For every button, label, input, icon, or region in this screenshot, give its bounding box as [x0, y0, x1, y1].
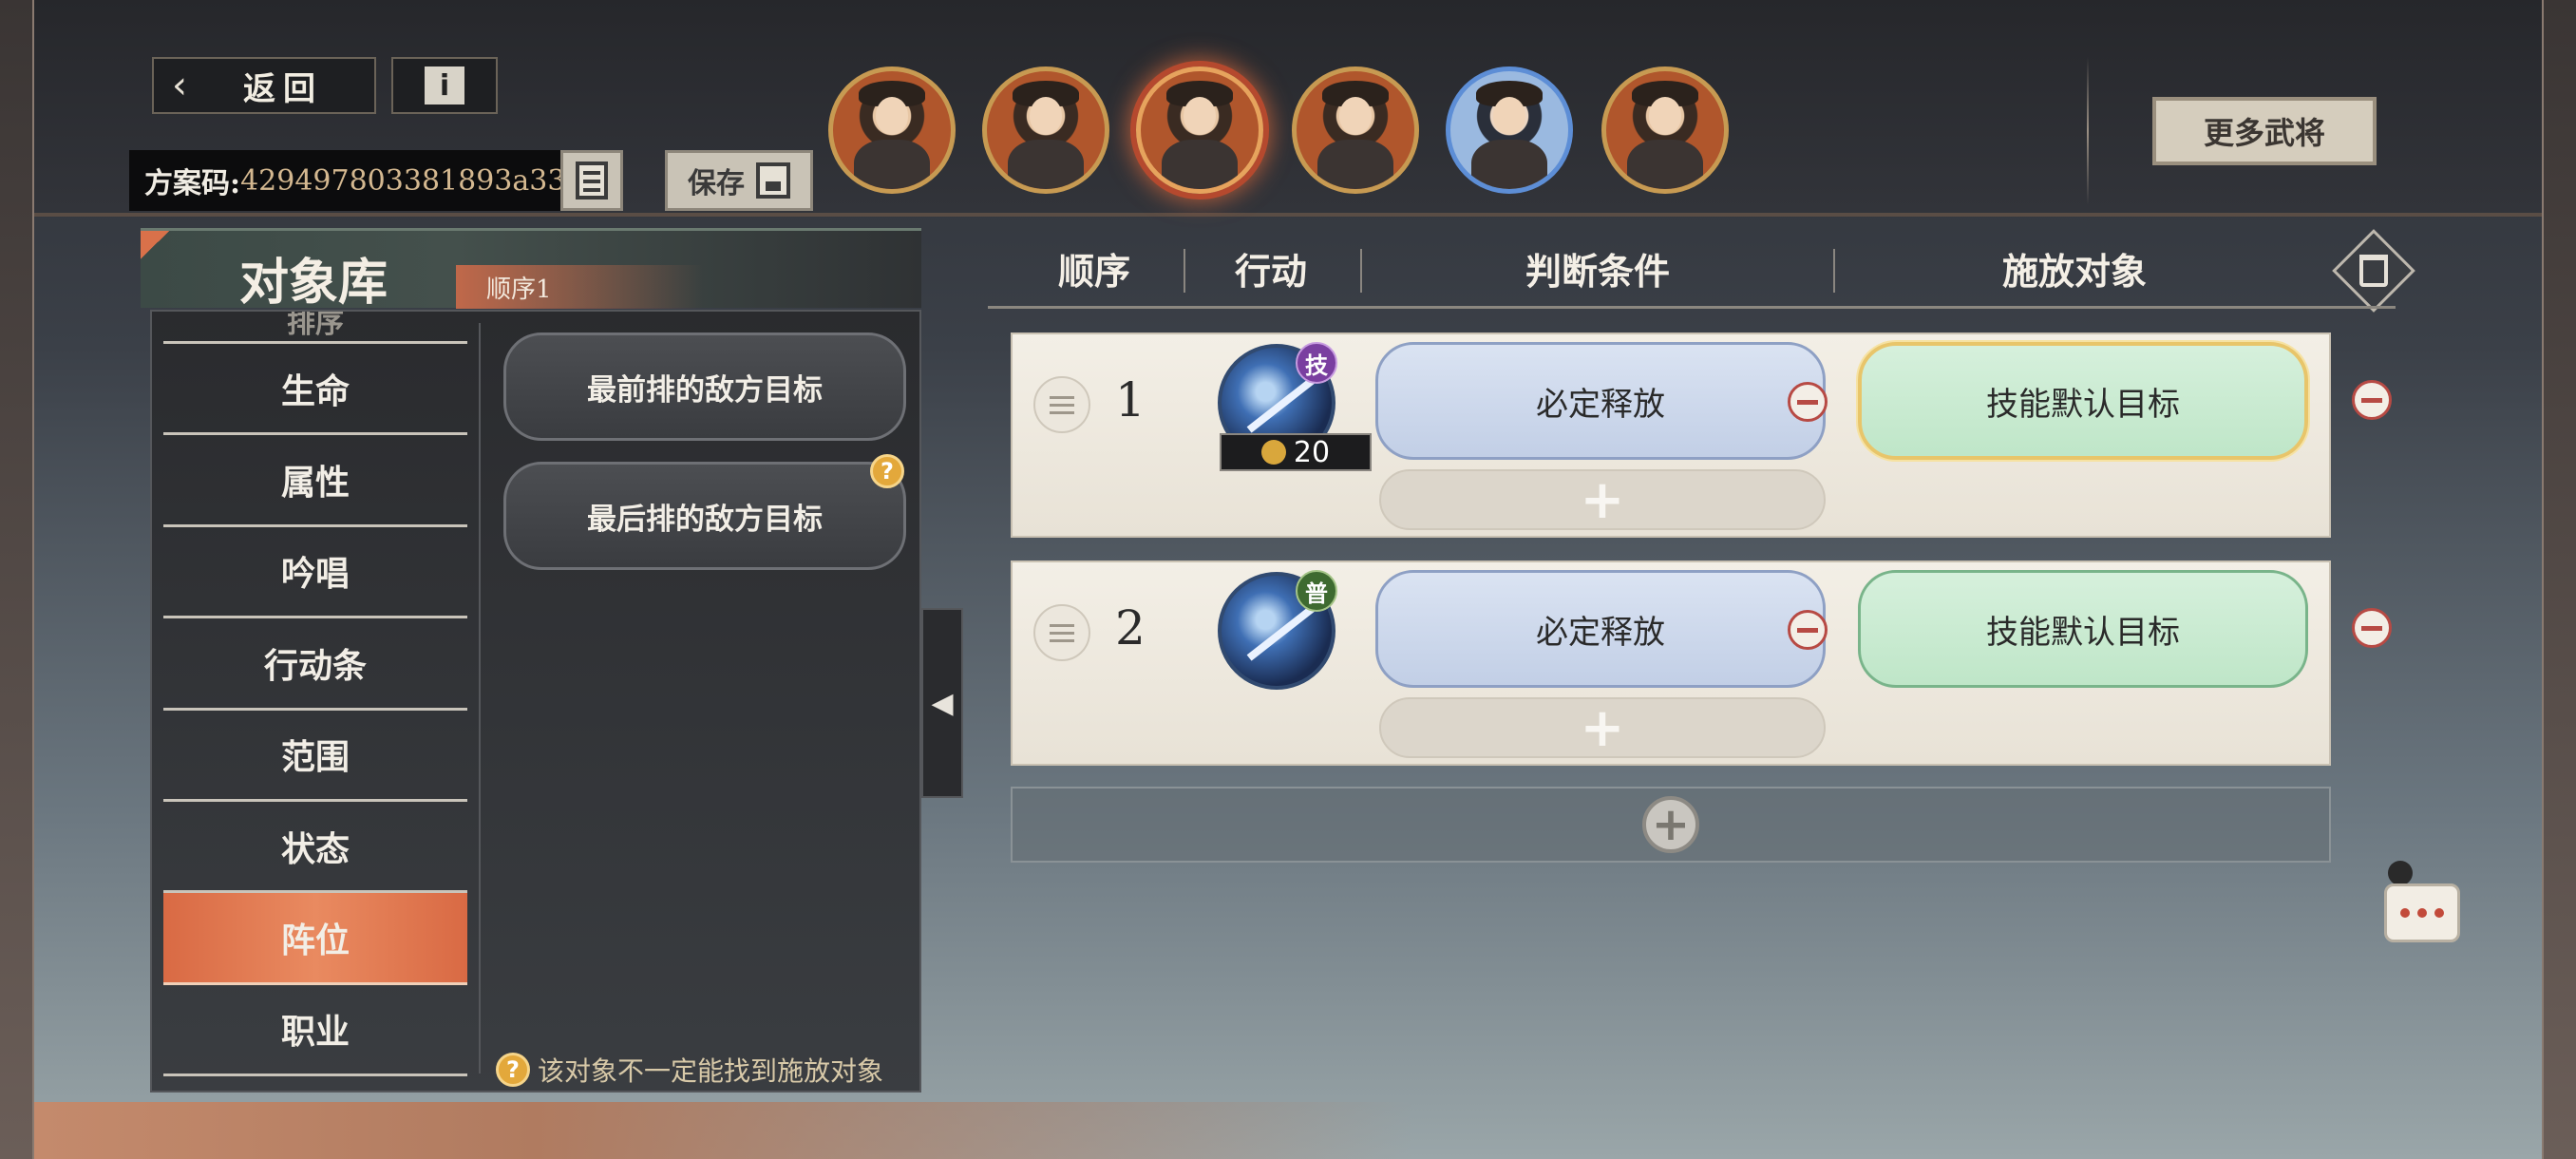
drag-handle-icon[interactable] [1033, 604, 1090, 661]
left-frame [0, 0, 34, 1159]
category-list[interactable]: 排序 生命 属性 吟唱 行动条 范围 状态 阵位 职业 [163, 312, 467, 1091]
mascot-icon [2388, 861, 2413, 885]
condition-label: 必定释放 [1536, 613, 1665, 652]
target-label: 技能默认目标 [1986, 385, 2180, 424]
order-tag: 顺序1 [456, 265, 703, 309]
collapse-panel-button[interactable]: ◀ [921, 608, 963, 798]
table-row: 2 普 必定释放 + 技能默认目标 [1011, 560, 2331, 766]
right-frame [2542, 0, 2576, 1159]
target-option-label: 最前排的敌方目标 [587, 372, 823, 408]
footnote: ? 该对象不一定能找到施放对象 [496, 1051, 883, 1089]
category-item-range[interactable]: 范围 [163, 711, 467, 802]
object-library-header: 对象库 顺序1 [141, 228, 921, 312]
info-button[interactable]: i [391, 57, 498, 114]
condition-pill[interactable]: 必定释放 [1375, 570, 1826, 688]
general-portrait-3[interactable] [1136, 66, 1263, 194]
general-portrait-4[interactable] [1292, 66, 1419, 194]
general-portrait-5[interactable] [1446, 66, 1573, 194]
add-condition-button[interactable]: + [1379, 469, 1826, 531]
plus-icon: + [1642, 796, 1699, 853]
trash-icon [2359, 255, 2388, 287]
remove-row-button[interactable] [2352, 608, 2392, 648]
remove-condition-button[interactable] [1788, 382, 1828, 422]
skill-type-badge: 技 [1296, 342, 1337, 384]
chevron-left-icon: ◀ [931, 686, 954, 720]
bottom-band [34, 1102, 2542, 1159]
category-item-life[interactable]: 生命 [163, 344, 467, 436]
header-underline [988, 306, 2396, 309]
condition-label: 必定释放 [1536, 385, 1665, 424]
more-generals-button[interactable]: 更多武将 [2152, 97, 2377, 165]
help-icon: ? [496, 1053, 530, 1087]
back-label: 返回 [243, 69, 323, 108]
row-number: 2 [1115, 600, 1146, 656]
header-divider [1360, 249, 1362, 293]
header-action: 行动 [1235, 250, 1308, 293]
skill-cost: 20 [1220, 433, 1372, 471]
category-item-attribute[interactable]: 属性 [163, 435, 467, 527]
category-item-formation[interactable]: 阵位 [163, 893, 467, 985]
footnote-text: 该对象不一定能找到施放对象 [538, 1055, 884, 1087]
header-target: 施放对象 [2002, 250, 2148, 293]
general-portrait-2[interactable] [982, 66, 1109, 194]
category-item-action-bar[interactable]: 行动条 [163, 618, 467, 711]
header-divider [2087, 57, 2089, 205]
back-arrow-icon: ‹ [172, 64, 187, 107]
help-icon[interactable]: ? [870, 454, 904, 488]
target-label: 技能默认目标 [1986, 613, 2180, 652]
table-row: 1 技 20 必定释放 + 技能默认目标 [1011, 332, 2331, 538]
general-portrait-1[interactable] [828, 66, 956, 194]
plan-code-value: 429497803381893a33 [240, 163, 560, 198]
category-item-partial[interactable]: 排序 [163, 312, 467, 344]
drag-handle-icon[interactable] [1033, 376, 1090, 433]
category-item-status[interactable]: 状态 [163, 802, 467, 894]
delete-all-button[interactable] [2332, 229, 2415, 313]
back-button[interactable]: ‹ 返回 [152, 57, 376, 114]
energy-icon [1256, 434, 1292, 470]
target-option-backmost-enemy[interactable]: 最后排的敌方目标 [503, 462, 906, 570]
target-option-frontmost-enemy[interactable]: 最前排的敌方目标 [503, 332, 906, 441]
remove-row-button[interactable] [2352, 380, 2392, 420]
object-library-title: 对象库 [239, 254, 388, 312]
chat-button[interactable] [2384, 884, 2460, 942]
target-option-label: 最后排的敌方目标 [587, 502, 823, 537]
category-item-class[interactable]: 职业 [163, 985, 467, 1077]
condition-pill[interactable]: 必定释放 [1375, 342, 1826, 460]
category-item-chant[interactable]: 吟唱 [163, 527, 467, 619]
general-portrait-6[interactable] [1601, 66, 1729, 194]
info-icon: i [425, 66, 464, 104]
skill-icon[interactable]: 普 [1218, 570, 1337, 690]
save-disk-icon [756, 162, 790, 199]
header-divider [1833, 249, 1835, 293]
object-library-panel: 排序 生命 属性 吟唱 行动条 范围 状态 阵位 职业 最前排的敌方目标 最后排… [150, 310, 921, 1092]
add-row-button[interactable]: + [1011, 787, 2331, 863]
copy-code-button[interactable] [560, 150, 623, 211]
remove-condition-button[interactable] [1788, 610, 1828, 650]
panel-separator [479, 323, 481, 1074]
add-condition-button[interactable]: + [1379, 697, 1826, 759]
target-pill[interactable]: 技能默认目标 [1858, 570, 2308, 688]
skill-cost-value: 20 [1293, 435, 1331, 469]
save-button[interactable]: 保存 [665, 150, 813, 211]
document-icon [576, 162, 608, 200]
header-condition: 判断条件 [1525, 250, 1671, 293]
header-divider [1184, 249, 1185, 293]
target-pill[interactable]: 技能默认目标 [1858, 342, 2308, 460]
row-number: 1 [1115, 372, 1146, 428]
skill-type-badge: 普 [1296, 570, 1337, 612]
save-label: 保存 [688, 167, 745, 200]
header-order: 顺序 [1058, 250, 1131, 293]
plan-code-box: 方案码: 429497803381893a33 [129, 150, 560, 211]
plan-code-label: 方案码: [144, 167, 241, 200]
